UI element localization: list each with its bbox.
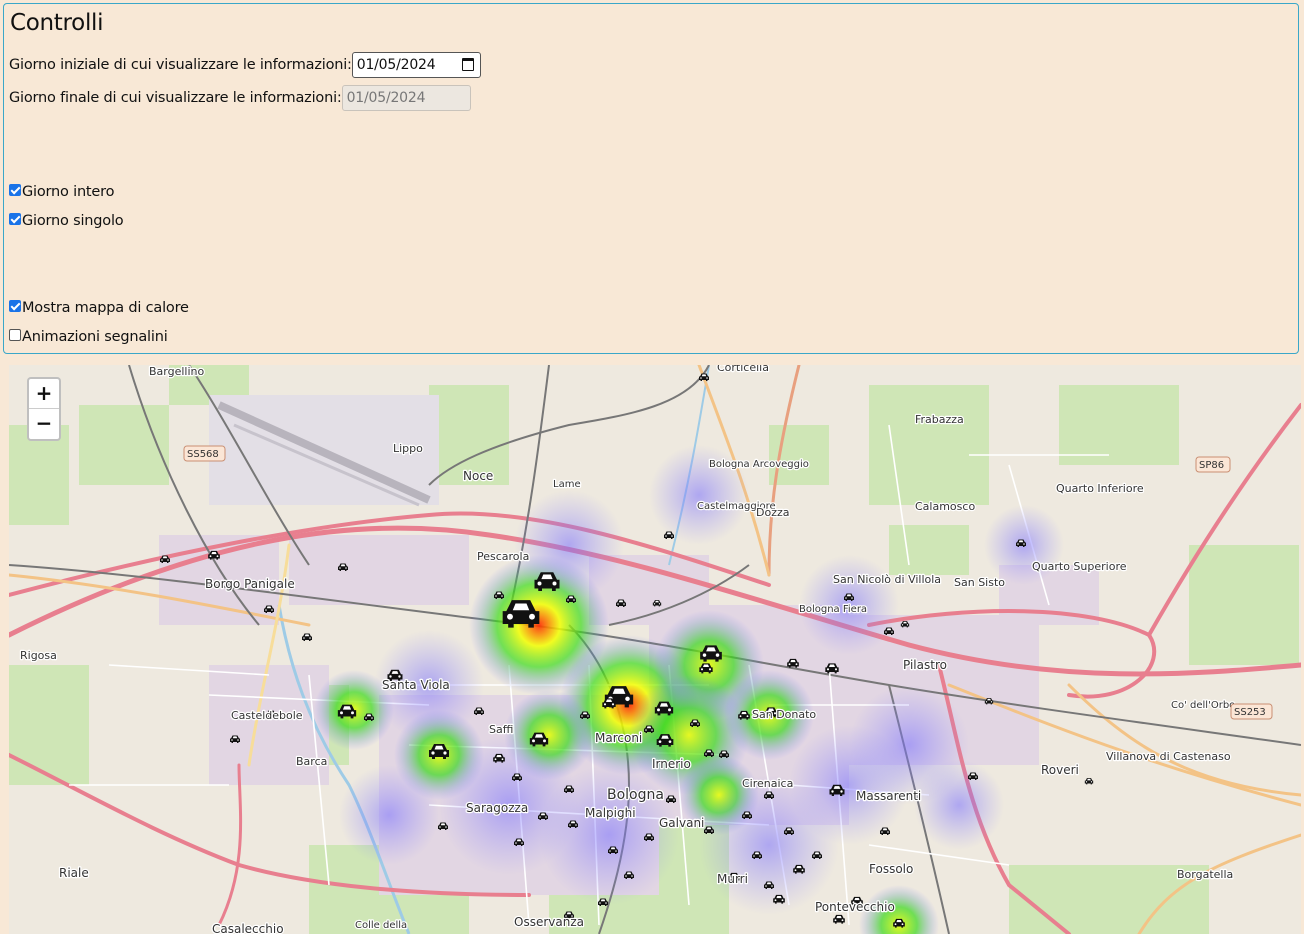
place-label: Osservanza (514, 915, 584, 929)
place-label: Rigosa (20, 649, 57, 662)
controls-panel: Controlli Giorno iniziale di cui visuali… (3, 3, 1299, 354)
place-label: Riale (59, 866, 89, 880)
place-label: Saragozza (466, 801, 528, 815)
start-date-input[interactable]: 01/05/2024 (351, 52, 481, 78)
place-label: Galvani (659, 816, 704, 830)
place-label: Lame (553, 479, 581, 490)
place-label: Quarto Superiore (1032, 560, 1127, 573)
place-label: Massarenti (856, 789, 921, 803)
place-label: Dozza (756, 506, 790, 519)
checkbox-heatmap[interactable] (9, 300, 21, 312)
place-label: Santa Viola (382, 678, 450, 692)
place-label: Co' dell'Orbo (1171, 700, 1235, 711)
place-label: Saffi (489, 723, 513, 736)
place-label: San Sisto (954, 576, 1005, 589)
zoom-in-button[interactable]: + (29, 379, 59, 409)
place-label: Murri (717, 872, 748, 886)
start-date-label: Giorno iniziale di cui visualizzare le i… (9, 57, 352, 73)
calendar-icon[interactable] (461, 58, 474, 71)
place-label: Noce (463, 469, 493, 483)
checkbox-animations[interactable] (9, 329, 21, 341)
road-ref-shield: SS568 (183, 445, 226, 462)
checkbox-giorno-singolo[interactable] (9, 213, 21, 225)
checkbox-heatmap-row[interactable]: Mostra mappa di calore (9, 300, 189, 316)
start-date-row: Giorno iniziale di cui visualizzare le i… (9, 52, 481, 78)
zoom-control: + − (27, 377, 61, 441)
place-label: Pilastro (903, 658, 947, 672)
controls-title: Controlli (10, 10, 104, 36)
checkbox-giorno-intero-label[interactable]: Giorno intero (22, 184, 114, 200)
end-date-label: Giorno finale di cui visualizzare le inf… (9, 90, 342, 106)
place-label: Fossolo (869, 862, 913, 876)
place-label: Barca (296, 755, 327, 768)
place-label: Pescarola (477, 550, 529, 563)
checkbox-animations-label[interactable]: Animazioni segnalini (22, 329, 168, 345)
checkbox-giorno-intero-row[interactable]: Giorno intero (9, 184, 114, 200)
svg-text:SP86: SP86 (1199, 460, 1224, 471)
place-label: Borgo Panigale (205, 577, 295, 591)
place-label: Malpighi (585, 806, 636, 820)
road-ref-shield: SP86 (1195, 456, 1231, 473)
checkbox-giorno-singolo-row[interactable]: Giorno singolo (9, 213, 124, 229)
place-label: Irnerio (652, 757, 691, 771)
map[interactable]: Bargellino Corticella Frabazza Lippo Noce Bol… (9, 365, 1301, 934)
map-canvas[interactable]: Bargellino Corticella Frabazza Lippo Noce Bol… (9, 365, 1301, 934)
place-label: Corticella (717, 365, 769, 374)
place-label: Frabazza (915, 413, 964, 426)
checkbox-animations-row[interactable]: Animazioni segnalini (9, 329, 168, 345)
checkbox-giorno-singolo-label[interactable]: Giorno singolo (22, 213, 124, 229)
place-label: San Donato (752, 708, 816, 721)
place-label: Casteldebole (231, 709, 303, 722)
checkbox-giorno-intero[interactable] (9, 184, 21, 196)
place-label: Lippo (393, 442, 423, 455)
svg-text:SS568: SS568 (187, 449, 219, 460)
zoom-out-button[interactable]: − (29, 409, 59, 438)
place-label: Calamosco (915, 500, 975, 513)
road-ref-shield: SS253 (1230, 703, 1273, 720)
checkbox-heatmap-label[interactable]: Mostra mappa di calore (22, 300, 189, 316)
svg-text:SS253: SS253 (1234, 707, 1266, 718)
place-label: Cirenaica (742, 777, 793, 790)
place-label: Pontevecchio (815, 900, 895, 914)
end-date-row: Giorno finale di cui visualizzare le inf… (9, 85, 471, 111)
place-label: Colle della (355, 920, 407, 931)
place-label: Bologna (607, 787, 664, 803)
place-label: Bologna Arcoveggio (709, 459, 809, 470)
place-label: San Nicolò di Villola (833, 573, 941, 586)
end-date-input: 01/05/2024 (341, 85, 471, 111)
place-label: Roveri (1041, 763, 1079, 777)
place-label: Casalecchio (212, 922, 284, 934)
place-label: Quarto Inferiore (1056, 482, 1144, 495)
end-date-value: 01/05/2024 (346, 90, 426, 106)
place-label: Borgatella (1177, 868, 1233, 881)
place-label: Villanova di Castenaso (1106, 750, 1231, 763)
place-label: Bologna Fiera (799, 604, 867, 615)
place-label: Marconi (595, 731, 642, 745)
place-label: Bargellino (149, 365, 205, 378)
start-date-value: 01/05/2024 (356, 57, 436, 73)
